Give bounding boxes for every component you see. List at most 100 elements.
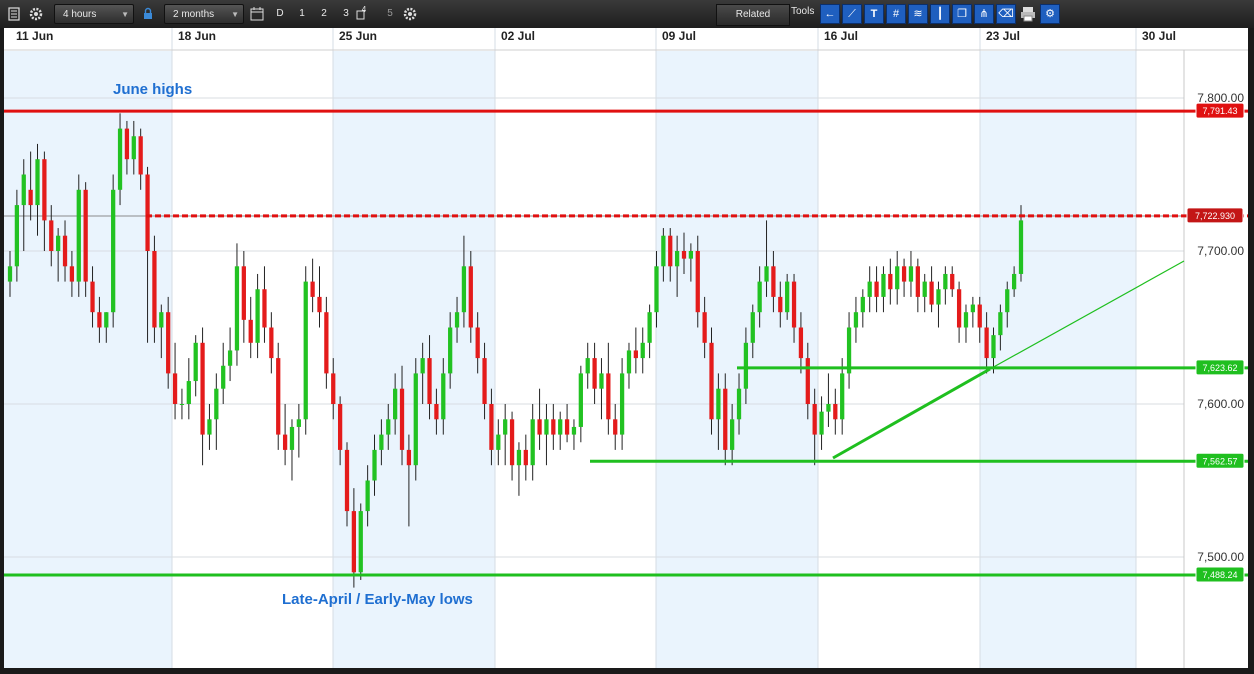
candle-body [826,404,831,412]
candle-body [145,174,150,251]
related-button[interactable]: Related [716,4,790,26]
candle-body [441,373,446,420]
candle-body [991,335,996,359]
chart-settings-gear-icon[interactable] [400,4,420,24]
candle-body [14,205,20,267]
settings-gear-icon[interactable] [26,4,46,24]
candle-body [90,281,95,313]
pitchfork-icon[interactable]: ⋔ [974,4,994,24]
candle-body [248,319,253,343]
candle-body [69,266,75,282]
candle [83,182,88,297]
candle-body [785,281,790,313]
candle-body [420,358,425,374]
candle-body [901,266,907,282]
range-button-1[interactable]: 1 [292,4,312,24]
x-axis-tick-label: 11 Jun [16,29,53,43]
candle-body [317,296,322,313]
candle-body [117,128,123,190]
fibonacci-icon[interactable]: ≋ [908,4,928,24]
candle-body [1011,273,1017,290]
candle-body [984,327,989,359]
level-price-label: 7,562.57 [1202,456,1237,466]
text-tool-icon[interactable]: T [864,4,884,24]
candle-body [558,419,563,435]
candle-body [303,281,308,420]
range-button-2[interactable]: 2 [314,4,334,24]
candle-body [1018,220,1024,274]
period-select[interactable]: 2 months ▼ [164,4,244,24]
candle-body [819,411,824,435]
candle-body [62,235,68,267]
candle-body [159,312,164,328]
candle-body [523,449,528,466]
candle-body [881,273,886,297]
lock-icon[interactable] [138,4,158,24]
candle-body [888,273,893,290]
candle-body [736,388,742,420]
range-button-3[interactable]: 3 [336,4,356,24]
x-axis-tick-label: 23 Jul [986,29,1020,43]
candle-body [757,281,762,313]
candle-body [730,419,735,450]
candle-body [943,273,948,290]
candle-body [255,289,260,343]
calendar-icon[interactable] [247,4,267,24]
candle-body [276,358,281,435]
candle-body [688,251,694,259]
candle-body [743,342,749,389]
candle-body [503,419,508,435]
arrow-left-icon[interactable]: ← [820,4,840,24]
chevron-down-icon: ▼ [121,10,129,19]
candle-body [599,373,604,389]
candle-body [791,281,797,328]
price-chart[interactable]: 11 Jun 18 Jun 25 Jun 02 Jul 09 Jul 16 Jul 23 J… [0,28,1254,674]
candlestick-icon[interactable]: ┃ [930,4,950,24]
candle-body [296,419,301,427]
menu-icon[interactable] [4,4,24,24]
eraser-icon[interactable]: ⌫ [996,4,1016,24]
candle-body [193,342,198,382]
range-button-5[interactable]: 5 [380,4,400,24]
candle-body [626,350,632,374]
candle-body [7,266,13,282]
print-icon[interactable] [1018,4,1038,24]
candle-body [537,419,542,435]
candle-body [434,404,439,420]
candle [76,174,81,297]
candle-body [482,358,487,404]
interval-select[interactable]: 4 hours ▼ [54,4,134,24]
chart-settings-icon[interactable]: ⚙ [1040,4,1060,24]
candle-body [111,189,116,313]
candle-body [35,159,40,206]
candle-body [365,480,370,512]
candle-body [289,426,295,450]
small-window-icon[interactable] [354,8,368,22]
candle-body [936,289,941,305]
candle-body [358,511,363,573]
candle-body [234,266,240,351]
annotation-late-april-lows: Late-April / Early-May lows [282,591,473,608]
candle-body [853,312,859,328]
y-axis-tick-label: 7,500.00 [1197,550,1244,564]
candle-body [695,251,700,313]
candle-body [509,419,515,466]
candle-body [956,289,962,328]
candle-body [592,358,597,389]
candle-body [950,273,955,290]
copy-windows-icon[interactable]: ❐ [952,4,972,24]
candle-body [241,266,246,320]
candle-body [413,373,418,466]
candle-body [998,312,1003,336]
candle-body [716,388,721,420]
candle-body [131,136,136,160]
x-axis-tick-label: 30 Jul [1142,29,1176,43]
candle [303,266,308,435]
range-button-d[interactable]: D [270,4,290,24]
candle-body [269,327,274,359]
candle-body [530,419,535,466]
trend-line-icon[interactable]: ⟋ [842,4,862,24]
candle-body [448,327,453,374]
candle-body [56,235,61,251]
grid-hash-icon[interactable]: # [886,4,906,24]
